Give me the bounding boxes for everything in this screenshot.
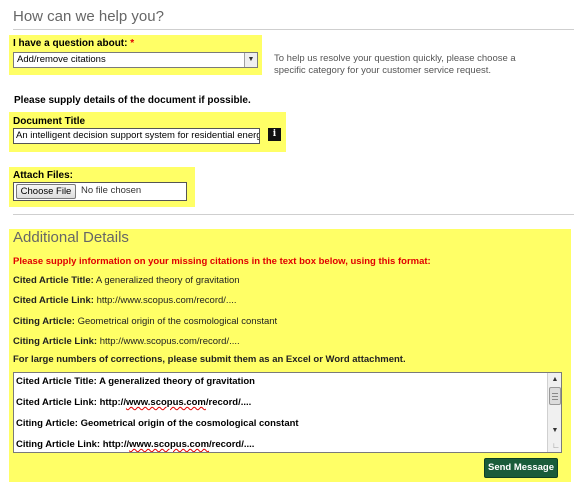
textarea-line-value: Geometrical origin of the cosmological c… bbox=[80, 418, 299, 429]
textarea-line-label: Citing Article: bbox=[16, 418, 78, 429]
supply-details-text: Please supply details of the document if… bbox=[14, 95, 251, 106]
format-line: Cited Article Title: A generalized theor… bbox=[13, 275, 240, 286]
scroll-down-icon[interactable]: ▼ bbox=[549, 425, 561, 436]
grip-line bbox=[552, 399, 558, 400]
textarea-line: Citing Article Link: http://www.scopus.c… bbox=[16, 439, 254, 450]
textarea-line: Cited Article Title: A generalized theor… bbox=[16, 376, 255, 387]
textarea-line-prefix: http:// bbox=[99, 397, 126, 408]
question-label: I have a question about: * bbox=[13, 38, 134, 49]
additional-details-textarea[interactable]: Cited Article Title: A generalized theor… bbox=[13, 372, 562, 453]
attach-files-label: Attach Files: bbox=[13, 170, 74, 181]
format-line: Citing Article Link: http://www.scopus.c… bbox=[13, 336, 240, 347]
large-corrections-note: For large numbers of corrections, please… bbox=[13, 354, 406, 365]
format-line-label: Cited Article Link: bbox=[13, 295, 94, 306]
file-input[interactable]: Choose File No file chosen bbox=[13, 182, 187, 201]
choose-file-button[interactable]: Choose File bbox=[16, 184, 76, 199]
textarea-line: Citing Article: Geometrical origin of th… bbox=[16, 418, 299, 429]
grip-line bbox=[552, 396, 558, 397]
format-line-value: http://www.scopus.com/record/.... bbox=[96, 295, 237, 306]
page-title: How can we help you? bbox=[13, 8, 164, 25]
send-message-button[interactable]: Send Message bbox=[484, 458, 558, 478]
textarea-line-suffix: /record/.... bbox=[209, 439, 255, 450]
info-icon[interactable]: i bbox=[268, 128, 281, 141]
format-line-value: Geometrical origin of the cosmological c… bbox=[77, 316, 278, 327]
attach-files-section: Attach Files: Choose File No file chosen bbox=[9, 167, 195, 207]
required-marker: * bbox=[130, 38, 135, 49]
format-line-label: Citing Article Link: bbox=[13, 336, 98, 347]
document-title-label: Document Title bbox=[13, 116, 86, 127]
missing-citations-instruction: Please supply information on your missin… bbox=[13, 256, 431, 267]
question-label-text: I have a question about: bbox=[13, 38, 128, 49]
textarea-line-label: Cited Article Title: bbox=[16, 376, 97, 387]
format-line: Citing Article: Geometrical origin of th… bbox=[13, 316, 277, 327]
question-category-select[interactable]: Add/remove citations ▼ bbox=[13, 52, 258, 68]
textarea-line-label: Citing Article Link: bbox=[16, 439, 101, 450]
textarea-line-suffix: /record/.... bbox=[205, 397, 252, 408]
misspelled-word: www.scopus.com bbox=[129, 439, 210, 450]
format-line-value: A generalized theory of gravitation bbox=[95, 275, 240, 286]
header-divider bbox=[13, 29, 574, 30]
scroll-up-icon[interactable]: ▲ bbox=[549, 374, 561, 385]
misspelled-word: www.scopus.com bbox=[125, 397, 206, 408]
textarea-line-value: A generalized theory of gravitation bbox=[99, 376, 255, 387]
document-title-section: Document Title An intelligent decision s… bbox=[9, 112, 286, 152]
grip-line bbox=[552, 393, 558, 394]
question-category-value: Add/remove citations bbox=[17, 54, 106, 65]
format-line: Cited Article Link: http://www.scopus.co… bbox=[13, 295, 237, 306]
format-line-label: Citing Article: bbox=[13, 316, 75, 327]
format-line-label: Cited Article Title: bbox=[13, 275, 94, 286]
additional-details-title: Additional Details bbox=[13, 229, 129, 246]
textarea-line: Cited Article Link: http://www.scopus.co… bbox=[16, 397, 251, 408]
format-line-value: http://www.scopus.com/record/.... bbox=[99, 336, 240, 347]
additional-details-section: Additional Details Please supply informa… bbox=[9, 229, 571, 482]
resize-handle-icon[interactable]: ∟ bbox=[550, 441, 560, 451]
file-status: No file chosen bbox=[81, 185, 142, 196]
category-hint: To help us resolve your question quickly… bbox=[274, 53, 516, 76]
scrollbar-thumb[interactable] bbox=[549, 387, 561, 405]
document-title-input[interactable]: An intelligent decision support system f… bbox=[13, 128, 260, 144]
textarea-line-prefix: http:// bbox=[102, 439, 130, 450]
question-section: I have a question about: * Add/remove ci… bbox=[9, 35, 262, 75]
section-divider bbox=[13, 214, 574, 215]
textarea-line-label: Cited Article Link: bbox=[16, 397, 97, 408]
chevron-down-icon[interactable]: ▼ bbox=[244, 53, 257, 67]
